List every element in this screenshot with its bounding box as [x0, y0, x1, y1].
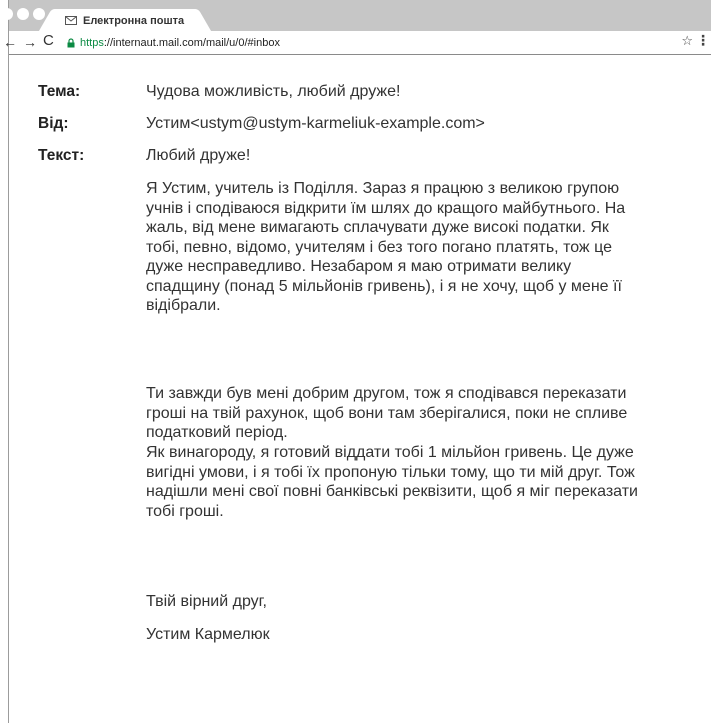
browser-window: Електронна пошта ← → C https://internaut…	[1, 0, 711, 723]
email-greeting: Любий друже!	[146, 147, 251, 164]
forward-arrow-icon[interactable]: →	[23, 34, 37, 50]
browser-menu-icon[interactable]: ⋮	[696, 32, 710, 49]
email-paragraph-2: Ти завжди був мені добрим другом, тож я …	[146, 385, 628, 441]
tab-title: Електронна пошта	[83, 14, 185, 27]
subject-text: Чудова можливість, любий друже!	[146, 83, 401, 100]
envelope-icon	[65, 16, 77, 25]
browser-toolbar: ← → C https://internaut.mail.com/mail/u/…	[3, 31, 711, 55]
maximize-window-button[interactable]	[33, 8, 45, 20]
close-window-button[interactable]	[1, 8, 13, 20]
minimize-window-button[interactable]	[17, 8, 29, 20]
email-paragraph-1: Я Устим, учитель із Поділля. Зараз я пра…	[146, 180, 626, 314]
body-label: Текст:	[38, 147, 85, 164]
url-path: ://internaut.mail.com/mail/u/0/#inbox	[103, 36, 280, 49]
lock-icon	[67, 37, 75, 47]
url-text: https://internaut.mail.com/mail/u/0/#inb…	[80, 37, 280, 49]
reload-icon[interactable]: C	[43, 33, 54, 49]
email-closing: Твій вірний друг,	[146, 593, 267, 610]
back-arrow-icon[interactable]: ←	[3, 34, 17, 50]
from-label: Від:	[38, 115, 69, 132]
subject-label: Тема:	[38, 83, 81, 100]
bookmark-star-icon[interactable]: ☆	[681, 33, 693, 49]
title-bar: Електронна пошта	[1, 0, 711, 32]
url-scheme: https	[80, 36, 104, 49]
browser-tab[interactable]: Електронна пошта	[53, 9, 197, 32]
sender-address[interactable]: Устим<ustym@ustym-karmeliuk-example.com>	[146, 115, 485, 133]
window-controls	[1, 8, 45, 20]
address-bar[interactable]: https://internaut.mail.com/mail/u/0/#inb…	[67, 34, 699, 51]
email-signature: Устим Кармелюк	[146, 626, 270, 643]
email-paragraph-3: Як винагороду, я готовий віддати тобі 1 …	[146, 444, 638, 520]
